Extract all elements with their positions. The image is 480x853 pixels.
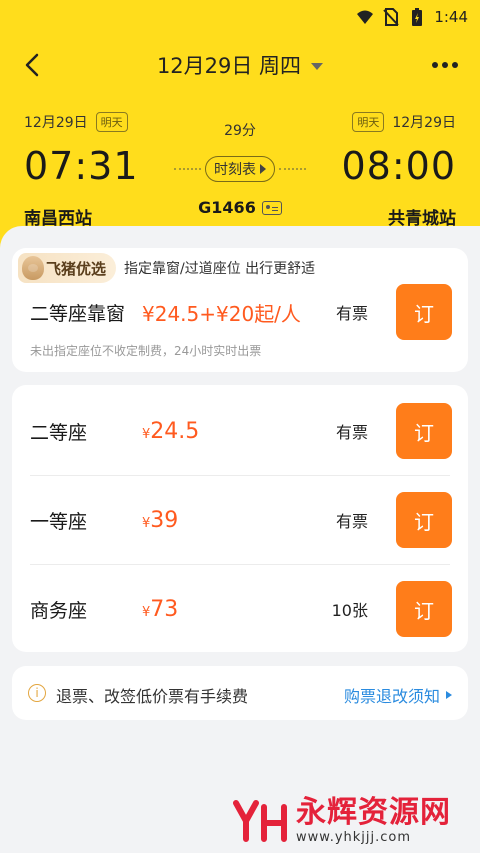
dotted-line — [174, 168, 201, 170]
timetable-label: 时刻表 — [214, 162, 256, 178]
refund-rules-link[interactable]: 购票退改须知 — [344, 683, 452, 707]
premium-note: 未出指定座位不收定制费，24小时实时出票 — [30, 344, 262, 358]
seat-name: 二等座靠窗 — [30, 302, 126, 325]
play-triangle-icon — [260, 164, 266, 174]
seat-row-first-class[interactable]: 一等座 ¥39 有票 订 — [12, 476, 468, 564]
seat-price: ¥73 — [142, 596, 179, 622]
book-button[interactable]: 订 — [396, 492, 452, 548]
page-title: 12月29日 周四 — [156, 54, 302, 78]
pig-mascot-icon — [22, 256, 44, 280]
id-card-icon — [261, 200, 282, 215]
book-button[interactable]: 订 — [396, 581, 452, 637]
wifi-icon — [356, 8, 374, 26]
date-selector[interactable]: 12月29日 周四 — [156, 50, 324, 80]
seat-name: 一等座 — [30, 510, 88, 533]
arrival-date-text: 12月29日 — [392, 115, 456, 131]
seat-name: 二等座 — [30, 421, 88, 444]
watermark-logo-icon — [232, 799, 288, 843]
departure-time: 07:31 — [24, 144, 139, 188]
seat-availability: 10张 — [331, 601, 368, 620]
more-button[interactable] — [430, 52, 460, 78]
premium-description: 指定靠窗/过道座位 出行更舒适 — [124, 261, 316, 277]
premium-seat-row[interactable]: 二等座靠窗 ¥24.5+¥20起/人 有票 订 — [12, 284, 468, 340]
seat-row-business-class[interactable]: 商务座 ¥73 10张 订 — [12, 565, 468, 653]
seat-row-second-class[interactable]: 二等座 ¥24.5 有票 订 — [12, 387, 468, 475]
seat-price: ¥24.5+¥20起/人 — [142, 301, 301, 326]
dotted-line — [279, 168, 306, 170]
no-sim-icon — [382, 8, 400, 26]
timetable-connector: 时刻表 — [170, 156, 310, 182]
fliggy-premium-badge: 飞猪优选 — [18, 253, 117, 283]
timetable-button[interactable]: 时刻表 — [205, 156, 275, 182]
premium-banner: 飞猪优选 指定靠窗/过道座位 出行更舒适 — [12, 248, 468, 288]
status-bar: 1:44 — [0, 0, 480, 34]
book-button[interactable]: 订 — [396, 284, 452, 340]
arrival-date: 明天 12月29日 — [352, 112, 456, 132]
more-dot-icon — [452, 62, 458, 68]
arrival-time: 08:00 — [341, 144, 456, 188]
seat-availability: 有票 — [335, 423, 368, 442]
more-dot-icon — [432, 62, 438, 68]
caret-down-icon — [311, 62, 324, 70]
back-button[interactable] — [20, 52, 46, 78]
arrival-tomorrow-tag: 明天 — [352, 112, 385, 132]
seat-name: 商务座 — [30, 599, 88, 622]
watermark-url: www.yhkjjj.com — [296, 830, 412, 845]
seat-list-card: 二等座 ¥24.5 有票 订 一等座 ¥39 有票 订 商务座 ¥73 10张 … — [12, 385, 468, 652]
seat-availability: 有票 — [335, 512, 368, 531]
watermark: 永辉资源网 www.yhkjjj.com — [232, 796, 451, 845]
more-dot-icon — [442, 62, 448, 68]
refund-notice-card: i 退票、改签低价票有手续费 购票退改须知 — [12, 666, 468, 720]
seat-price: ¥39 — [142, 507, 179, 533]
status-time: 1:44 — [434, 8, 468, 26]
battery-icon — [408, 8, 426, 26]
info-icon: i — [28, 684, 46, 702]
train-number: G1466 — [198, 198, 256, 217]
play-triangle-icon — [446, 691, 452, 699]
premium-seat-card: 飞猪优选 指定靠窗/过道座位 出行更舒适 二等座靠窗 ¥24.5+¥20起/人 … — [12, 248, 468, 372]
premium-brand: 飞猪优选 — [46, 259, 107, 278]
nav-bar: 12月29日 周四 — [0, 34, 480, 96]
chevron-left-icon — [25, 53, 39, 77]
seat-availability: 有票 — [335, 304, 368, 323]
refund-rules-label: 购票退改须知 — [343, 687, 440, 706]
notice-text: 退票、改签低价票有手续费 — [56, 687, 249, 706]
book-button[interactable]: 订 — [396, 403, 452, 459]
watermark-title: 永辉资源网 — [296, 795, 451, 830]
watermark-text: 永辉资源网 www.yhkjjj.com — [296, 795, 451, 846]
seat-price: ¥24.5 — [142, 418, 200, 444]
